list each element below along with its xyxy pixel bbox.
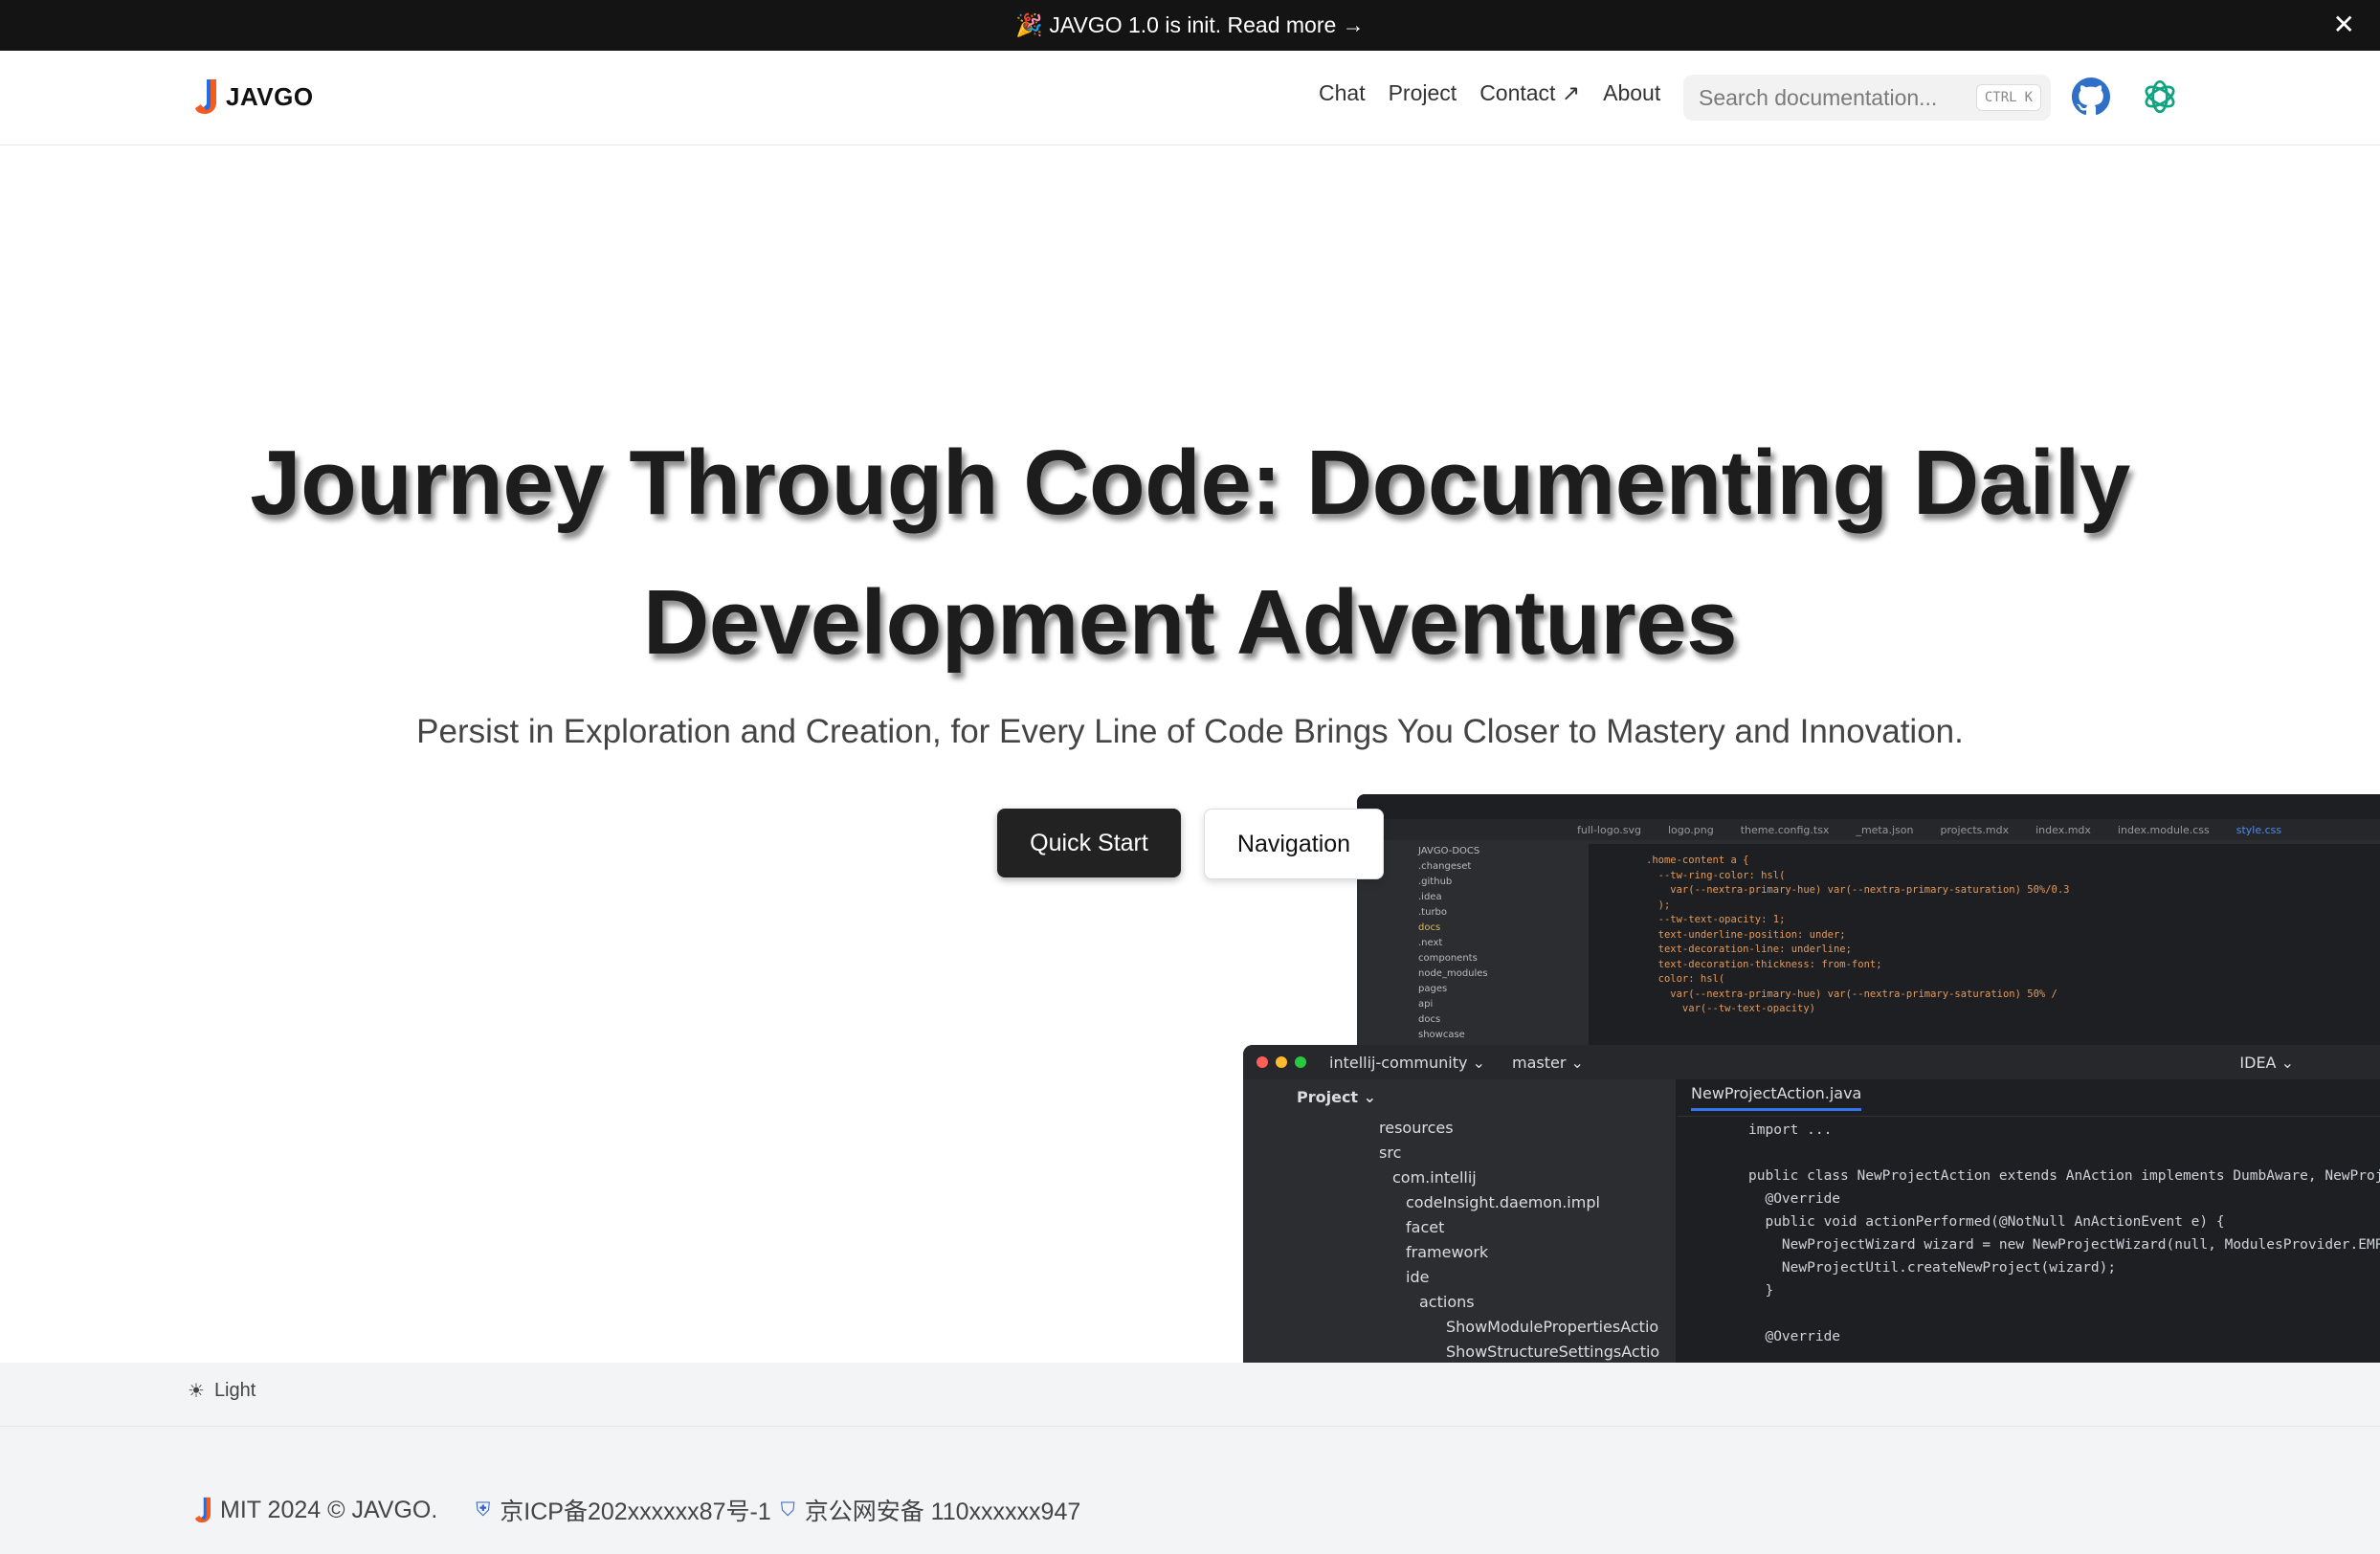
nav-contact[interactable]: Contact ↗ [1479,80,1580,106]
tree-item: ide [1406,1268,1430,1286]
sun-icon: ☀ [188,1381,205,1402]
ide-tab: style.css [2235,823,2282,836]
tree-item: src [1379,1143,1402,1162]
ide-titlebar [1357,794,2380,819]
navbar: JAVGO Chat Project Contact ↗ About Searc… [0,51,2380,145]
nav-project[interactable]: Project [1389,80,1457,106]
tree-item: api [1418,999,1434,1010]
ide-code: .home-content a { --tw-ring-color: hsl( … [1589,844,2380,1048]
icp-link[interactable]: 京ICP备202xxxxxx87号-1 [500,1493,770,1527]
tree-item: codeInsight.daemon.impl [1406,1193,1600,1211]
footer: ☀ Light MIT 2024 © JAVGO. ⛨ 京ICP备202xxxx… [0,1363,2380,1554]
ide-tabs: full-logo.svg logo.png theme.config.tsx … [1357,819,2380,840]
maximize-dot-icon [1295,1056,1306,1068]
search-input[interactable]: Search documentation... CTRL K [1683,75,2051,121]
javgo-logo-icon [195,1497,211,1523]
tree-item: node_modules [1418,968,1488,979]
tree-item: docs [1418,1014,1441,1025]
ide-run-config: IDEA ⌄ [2239,1053,2294,1072]
footer-divider [0,1426,2380,1427]
shield-icon: ⛨ [476,1498,491,1521]
hero-title-line-1: Journey Through Code: Documenting Daily [250,432,2130,534]
ide-project-name: intellij-community ⌄ [1329,1053,1485,1072]
panel-title: Project ⌄ [1297,1088,1377,1106]
announcement-banner[interactable]: 🎉 JAVGO 1.0 is init. Read more → ✕ [0,0,2380,51]
ide-project-panel: Project ⌄ resources src com.intellij cod… [1283,1079,1676,1363]
hero-subtitle: Persist in Exploration and Creation, for… [416,713,1964,750]
tree-item: pages [1418,984,1448,994]
tree-item: framework [1406,1243,1489,1261]
tree-item: resources [1379,1119,1454,1137]
tree-item: actions [1419,1293,1475,1311]
tree-item: ShowModulePropertiesActio [1446,1318,1659,1336]
tree-item: .idea [1418,892,1442,902]
javgo-logo-icon [195,79,216,114]
tree-item: ShowStructureSettingsActio [1446,1343,1660,1361]
footer-copyright: MIT 2024 © JAVGO. ⛨ 京ICP备202xxxxxx87号-1 … [195,1493,1080,1527]
tree-item: .next [1418,938,1443,948]
close-dot-icon [1257,1056,1268,1068]
search-shortcut-badge: CTRL K [1975,84,2041,111]
nav-about[interactable]: About [1603,80,1660,106]
editor-tab-label: NewProjectAction.java [1691,1084,1862,1111]
tree-item: facet [1406,1218,1445,1236]
close-icon[interactable]: ✕ [2333,11,2355,38]
tree-item: .turbo [1418,907,1448,918]
navigation-button[interactable]: Navigation [1204,809,1384,879]
minimize-dot-icon [1276,1056,1287,1068]
top-nav: Chat Project Contact ↗ About [1319,80,1660,106]
ide-tab: projects.mdx [1940,823,2010,836]
ide-tab: index.module.css [2117,823,2210,836]
ide-editor: NewProjectAction.java import ... public … [1678,1079,2380,1363]
ide-toolbar: intellij-community ⌄ master ⌄ IDEA ⌄ [1243,1045,2380,1079]
ide-screenshot-front: intellij-community ⌄ master ⌄ IDEA ⌄ Pro… [1243,1045,2380,1363]
hero-title-line-2: Development Adventures [642,571,1738,674]
ide-tab: logo.png [1667,823,1714,836]
copyright-text: MIT 2024 © JAVGO. [220,1496,438,1523]
brand-name: JAVGO [226,81,314,111]
police-link[interactable]: 京公网安备 110xxxxxx947 [805,1493,1081,1527]
ide-tab: index.mdx [2035,823,2091,836]
ide-sidebar [1243,1079,1283,1363]
tree-item: .changeset [1418,861,1472,872]
announcement-text[interactable]: 🎉 JAVGO 1.0 is init. Read more → [1015,12,1364,38]
tree-item: docs [1418,922,1441,933]
editor-tab: NewProjectAction.java [1678,1079,2380,1117]
shortcut-ctrl: CTRL [1984,90,2017,105]
ide-tab: _meta.json [1856,823,1914,836]
ide-branch: master ⌄ [1511,1053,1584,1072]
quick-start-button[interactable]: Quick Start [997,809,1181,877]
tree-item: JAVGO-DOCS [1418,846,1480,856]
ide-tab: theme.config.tsx [1740,823,1830,836]
tree-item: components [1418,953,1478,964]
tree-item: .github [1418,877,1453,887]
shortcut-key: K [2024,90,2033,105]
window-controls [1257,1056,1306,1068]
theme-label: Light [213,1380,256,1401]
openai-icon[interactable] [2140,77,2180,117]
ide-screenshot-back: full-logo.svg logo.png theme.config.tsx … [1357,794,2380,1048]
ide-tab: full-logo.svg [1577,823,1641,836]
theme-switcher[interactable]: ☀ Light [188,1379,256,1403]
brand-logo[interactable]: JAVGO [195,79,314,114]
nav-chat[interactable]: Chat [1319,80,1366,106]
github-icon[interactable] [2072,78,2110,116]
search-placeholder: Search documentation... [1699,84,1938,110]
tree-item: com.intellij [1392,1168,1477,1187]
hero-title: Journey Through Code: Documenting Daily … [0,413,2380,693]
tree-item: showcase [1418,1030,1465,1040]
police-badge-icon: ⛉ [780,1498,795,1521]
editor-code: import ... public class NewProjectAction… [1748,1122,2380,1344]
ide-file-tree: JAVGO-DOCS .changeset .github .idea .tur… [1395,844,1587,1048]
